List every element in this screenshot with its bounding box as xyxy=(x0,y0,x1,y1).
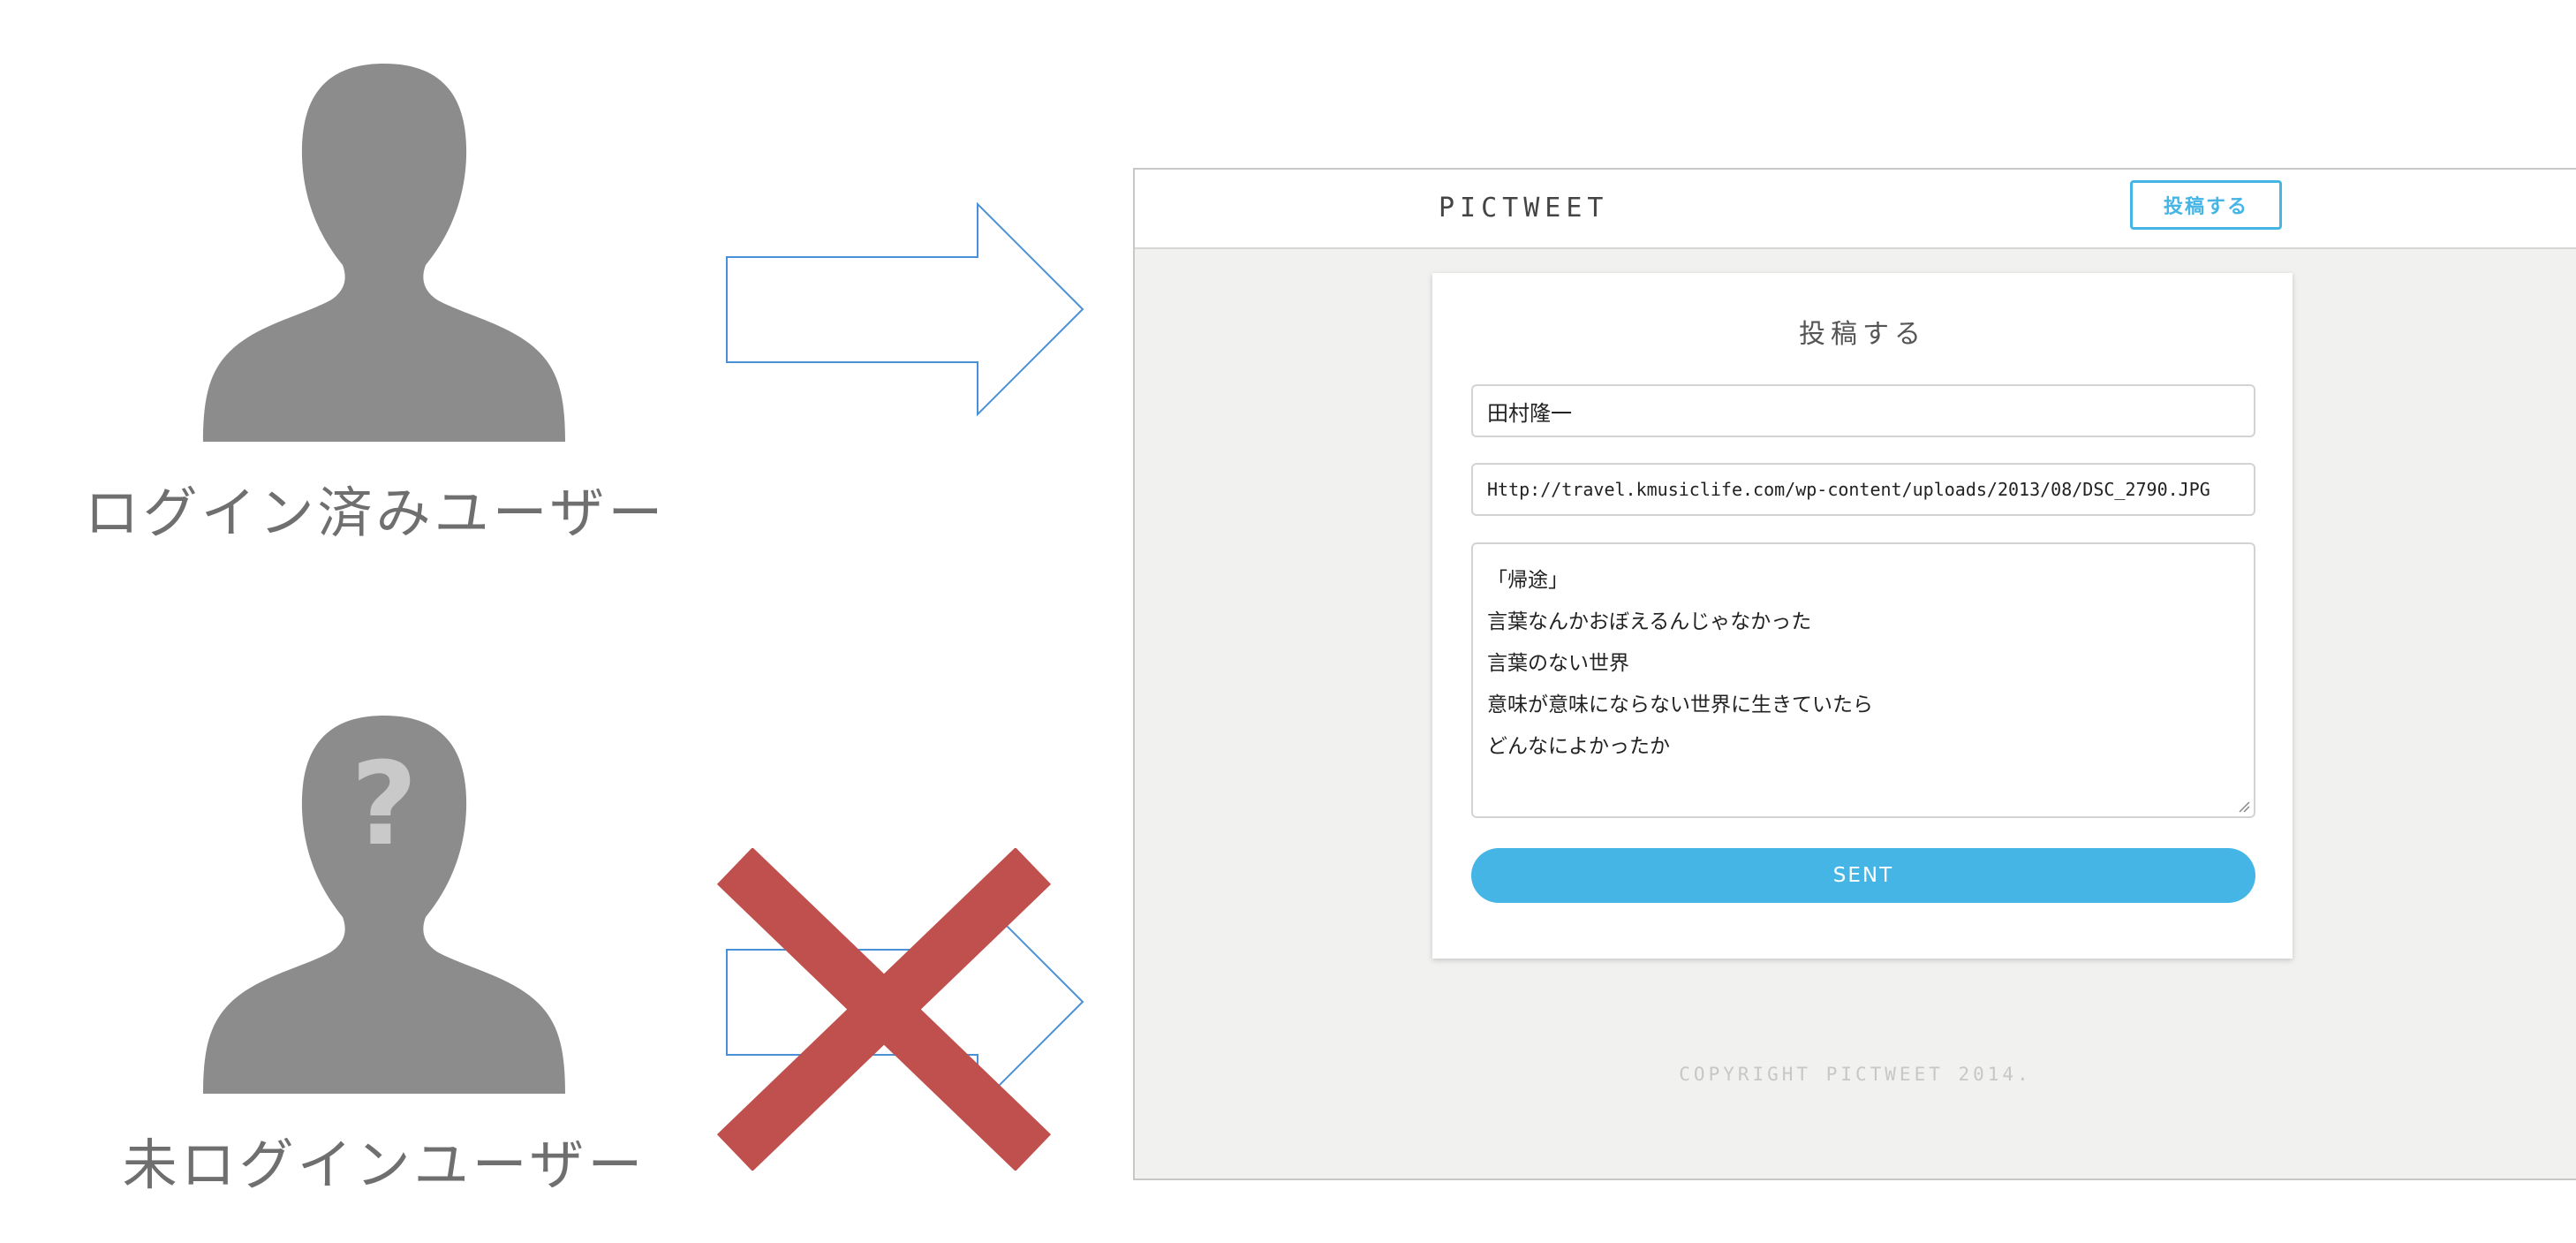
text-line: どんなによかったか xyxy=(1487,735,1670,758)
header-post-button[interactable]: 投稿する xyxy=(2130,180,2282,230)
allowed-arrow-icon xyxy=(726,201,1084,417)
denied-cross-icon xyxy=(716,848,1052,1171)
app-window-mockup: PICTWEET 投稿する 投稿する 「帰途」 言葉なんかおぼえるんじゃなかった… xyxy=(1133,168,2576,1180)
question-mark-icon: ? xyxy=(351,737,418,871)
app-header: PICTWEET 投稿する xyxy=(1135,170,2576,249)
name-input[interactable] xyxy=(1471,384,2255,437)
text-line: 意味が意味にならない世界に生きていたら xyxy=(1487,694,1873,716)
anonymous-user-label: 未ログインユーザー xyxy=(122,1133,646,1197)
tweet-text-area[interactable]: 「帰途」 言葉なんかおぼえるんじゃなかった 言葉のない世界 意味が意味にならない… xyxy=(1471,542,2255,818)
post-form-card: 投稿する 「帰途」 言葉なんかおぼえるんじゃなかった 言葉のない世界 意味が意味… xyxy=(1432,273,2293,959)
text-line: 言葉なんかおぼえるんじゃなかった xyxy=(1487,610,1812,633)
footer-copyright: COPYRIGHT PICTWEET 2014. xyxy=(1679,1064,2032,1085)
text-line: 言葉のない世界 xyxy=(1487,652,1629,675)
form-title: 投稿する xyxy=(1799,319,1926,350)
image-url-input[interactable] xyxy=(1471,463,2255,516)
resize-grip-icon[interactable] xyxy=(2238,800,2250,813)
sent-button[interactable]: SENT xyxy=(1471,848,2255,903)
app-logo[interactable]: PICTWEET xyxy=(1439,193,1609,224)
logged-in-user-icon xyxy=(203,64,565,442)
text-line: 「帰途」 xyxy=(1487,569,1568,592)
logged-in-user-label: ログイン済みユーザー xyxy=(84,481,667,545)
